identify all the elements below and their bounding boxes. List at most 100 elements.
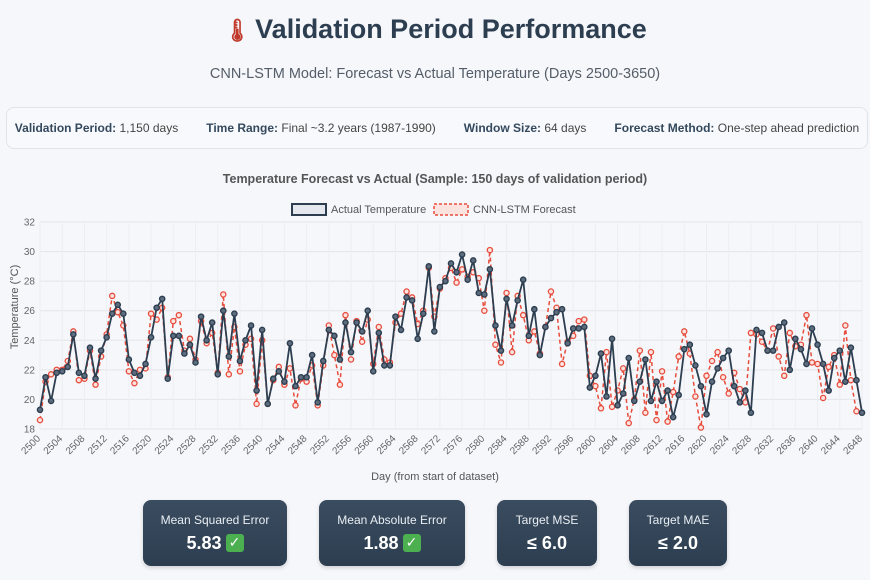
forecast-point xyxy=(853,408,860,415)
y-tick-label: 26 xyxy=(24,306,36,317)
chart-title: Temperature Forecast vs Actual (Sample: … xyxy=(222,172,648,186)
legend-forecast-label: CNN-LSTM Forecast xyxy=(473,204,576,216)
actual-point xyxy=(675,391,683,399)
metric-label: Mean Absolute Error xyxy=(337,513,447,527)
actual-point xyxy=(203,336,210,344)
forecast-point xyxy=(780,372,788,380)
actual-point xyxy=(564,339,571,347)
actual-point xyxy=(597,350,605,357)
x-tick-label: 2576 xyxy=(442,433,466,457)
forecast-point xyxy=(125,368,133,375)
actual-point xyxy=(181,350,188,357)
actual-point xyxy=(658,397,666,405)
forecast-point xyxy=(714,348,721,356)
forecast-point xyxy=(725,390,732,397)
forecast-point xyxy=(131,379,138,387)
actual-point xyxy=(47,397,55,405)
actual-point xyxy=(814,341,821,349)
metric-label: Target MSE xyxy=(515,513,579,527)
x-tick-label: 2636 xyxy=(775,433,799,457)
forecast-point xyxy=(692,393,699,400)
actual-point xyxy=(669,413,677,421)
forecast-point xyxy=(803,311,810,319)
actual-point xyxy=(147,334,155,341)
actual-point xyxy=(53,369,60,377)
forecast-point xyxy=(114,308,122,316)
actual-point xyxy=(786,366,794,374)
y-tick-label: 32 xyxy=(24,218,36,229)
actual-point xyxy=(358,328,366,335)
forecast-point xyxy=(847,376,855,384)
forecast-point xyxy=(703,372,710,380)
actual-point xyxy=(703,410,710,418)
forecast-point xyxy=(503,289,510,297)
forecast-point xyxy=(636,347,644,354)
actual-point xyxy=(486,266,494,273)
forecast-point xyxy=(619,365,627,372)
forecast-point xyxy=(336,381,344,388)
actual-point xyxy=(664,387,671,394)
actual-point xyxy=(575,325,583,332)
actual-point xyxy=(808,325,816,332)
forecast-point xyxy=(292,402,299,409)
actual-point xyxy=(547,314,555,322)
actual-point xyxy=(408,297,416,304)
actual-point xyxy=(680,345,688,353)
actual-point xyxy=(803,360,810,368)
forecast-point xyxy=(236,368,244,375)
x-tick-label: 2628 xyxy=(730,433,754,457)
x-tick-label: 2648 xyxy=(841,433,865,457)
x-tick-label: 2608 xyxy=(619,433,643,457)
forecast-point xyxy=(814,360,821,368)
x-tick-label: 2616 xyxy=(664,433,688,457)
actual-point xyxy=(292,382,299,390)
info-forecast-method: Forecast Method: One-step ahead predicti… xyxy=(614,121,860,135)
page-title-text: Validation Period Performance xyxy=(255,14,647,44)
actual-point xyxy=(153,304,160,312)
forecast-point xyxy=(836,381,844,388)
y-tick-label: 20 xyxy=(24,395,36,406)
info-panel: Validation Period: 1,150 days Time Range… xyxy=(6,107,868,149)
forecast-point xyxy=(736,385,744,393)
forecast-point xyxy=(608,403,616,411)
y-tick-label: 30 xyxy=(24,247,36,258)
forecast-point xyxy=(547,288,555,295)
x-tick-label: 2508 xyxy=(64,433,88,457)
x-tick-label: 2644 xyxy=(819,433,843,457)
metric-card-mae: Mean Absolute Error 1.88 ✓ xyxy=(319,500,465,566)
forecast-point xyxy=(508,348,516,356)
forecast-point xyxy=(658,368,666,375)
x-tick-label: 2552 xyxy=(308,433,332,457)
actual-point xyxy=(825,387,832,394)
thermometer-icon: 🌡 xyxy=(223,19,252,44)
forecast-point xyxy=(664,418,671,425)
actual-point xyxy=(375,329,383,337)
actual-point xyxy=(419,310,427,317)
forecast-point xyxy=(175,311,183,319)
actual-point xyxy=(336,356,344,363)
actual-point xyxy=(514,297,521,304)
x-tick-label: 2588 xyxy=(508,433,532,457)
actual-point xyxy=(519,276,527,283)
actual-point xyxy=(64,363,72,371)
actual-point xyxy=(281,378,288,385)
metric-label: Mean Squared Error xyxy=(160,513,270,527)
actual-point xyxy=(719,354,727,362)
forecast-point xyxy=(575,317,582,325)
check-icon: ✓ xyxy=(402,534,421,552)
actual-point xyxy=(108,310,116,317)
actual-point xyxy=(830,354,838,362)
x-tick-label: 2556 xyxy=(331,433,355,457)
forecast-point xyxy=(458,266,466,273)
actual-point xyxy=(569,325,577,332)
actual-point xyxy=(136,372,144,380)
actual-point xyxy=(353,319,360,326)
forecast-point xyxy=(697,424,705,431)
actual-point xyxy=(636,378,644,385)
x-tick-label: 2612 xyxy=(642,433,666,457)
forecast-point xyxy=(625,419,632,427)
actual-point xyxy=(58,368,66,375)
forecast-point xyxy=(519,311,527,319)
actual-point xyxy=(319,357,327,365)
temperature-chart: Actual Temperature CNN-LSTM Forecast 182… xyxy=(9,203,865,483)
